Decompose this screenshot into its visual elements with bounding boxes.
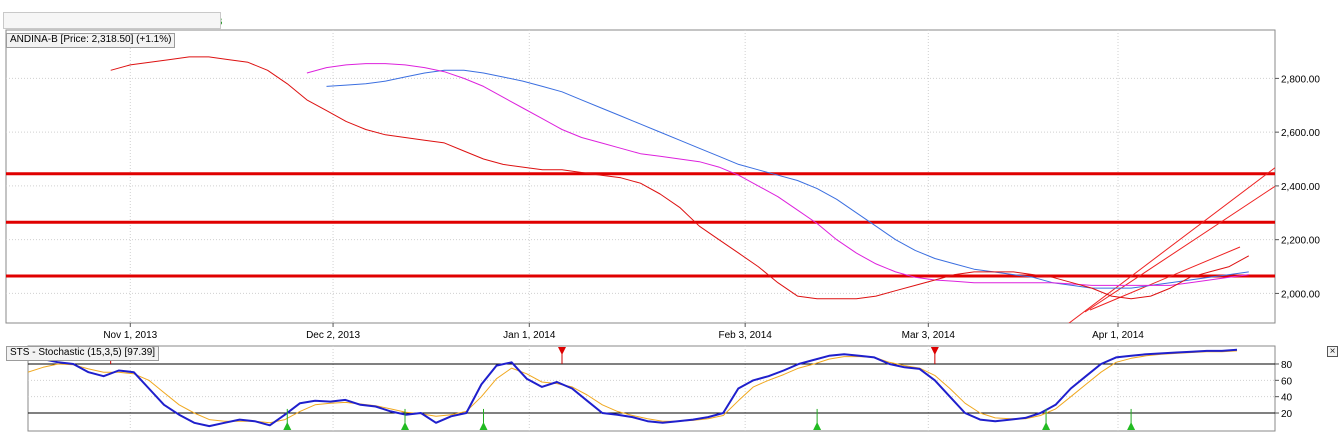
chart-stage: Nov 1, 2013 Dec 2, 2013 Jan 1, 2014 Feb 3, … — [5, 16, 1320, 432]
x-tick-label: Nov 1, 2013 — [103, 330, 157, 341]
legend — [3, 12, 221, 29]
x-tick-label: Feb 3, 2014 — [718, 330, 772, 341]
stochastic-y-tick-label: 20 — [1281, 409, 1293, 420]
stochastic-y-tick-label: 60 — [1281, 376, 1293, 387]
y-tick-label: 2,000.00 — [1281, 289, 1320, 300]
x-tick-label: Mar 3, 2014 — [902, 330, 956, 341]
y-tick-label: 2,200.00 — [1281, 236, 1320, 247]
x-tick-label: Apr 1, 2014 — [1092, 330, 1144, 341]
stochastic-panel-label: STS - Stochastic (15,3,5) [97.39] — [6, 346, 160, 361]
close-panel-button[interactable]: × — [1327, 346, 1338, 357]
price-panel-label: ANDINA-B [Price: 2,318.50] (+1.1%) — [6, 33, 176, 48]
y-tick-label: 2,600.00 — [1281, 128, 1320, 139]
price-plot-area — [5, 29, 1276, 324]
stochastic-plot-area — [27, 345, 1276, 432]
x-tick-label: Jan 1, 2014 — [503, 330, 556, 341]
stochastic-y-tick-label: 80 — [1281, 360, 1293, 371]
x-tick-label: Dec 2, 2013 — [306, 330, 360, 341]
stochastic-y-tick-label: 40 — [1281, 393, 1293, 404]
y-tick-label: 2,800.00 — [1281, 74, 1320, 85]
y-tick-label: 2,400.00 — [1281, 182, 1320, 193]
